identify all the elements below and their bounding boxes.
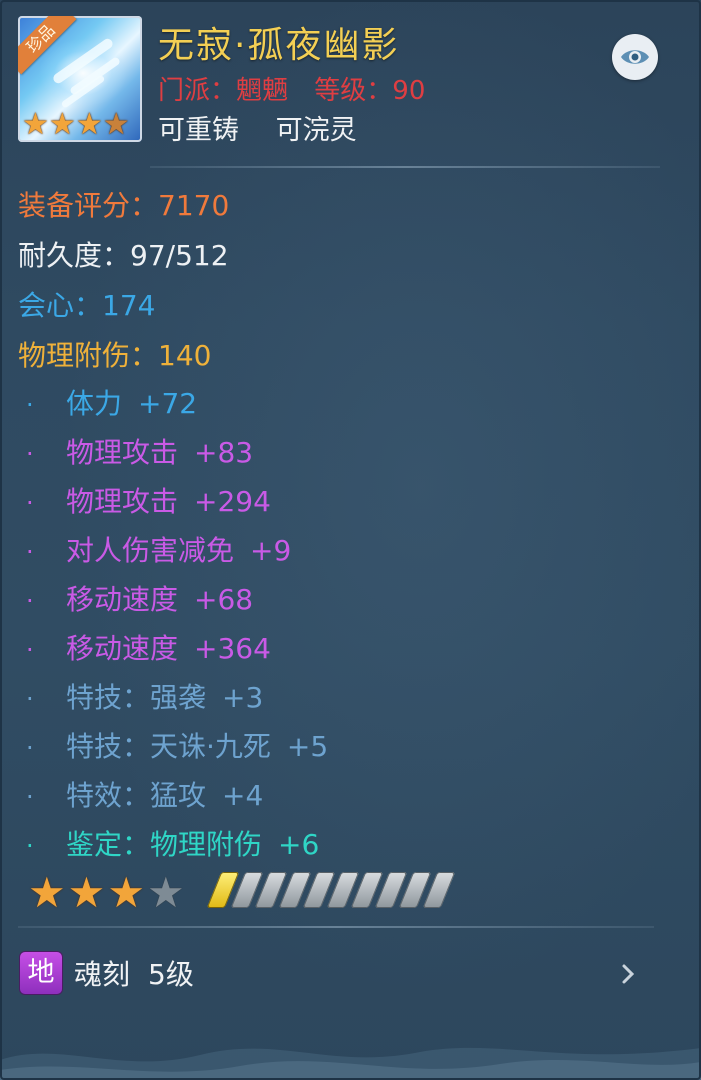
decorative-wave <box>0 1047 701 1080</box>
star-icon: ★ <box>75 107 103 142</box>
attribute-name: 移动速度 <box>66 583 179 616</box>
attribute-row: · 对人伤害减免 +9 <box>26 529 291 569</box>
attribute-row: · 特效：猛攻 +4 <box>26 774 263 814</box>
bullet-icon: · <box>26 832 34 860</box>
thumbnail-stars: ★ ★ ★ ★ <box>22 110 130 140</box>
attribute-row: · 物理攻击 +294 <box>26 480 271 520</box>
attribute-value: +83 <box>194 436 254 469</box>
soul-engrave-level: 5级 <box>148 958 194 991</box>
flag-reforgeable: 可重铸 <box>158 115 239 146</box>
attribute-row: · 鉴定：物理附伤 +6 <box>26 823 319 863</box>
item-title: 无寂·孤夜幽影 <box>158 25 400 66</box>
attribute-value: +72 <box>138 387 198 420</box>
physical-extra-damage: 物理附伤：140 <box>18 339 212 372</box>
attribute-name: 鉴定：物理附伤 <box>66 828 263 861</box>
soul-grade-badge: 地 <box>20 952 62 994</box>
attribute-name: 特技：天诛·九死 <box>66 730 271 763</box>
bullet-icon: · <box>26 685 34 713</box>
equipment-score: 装备评分：7170 <box>18 189 230 222</box>
attribute-value: +294 <box>194 485 271 518</box>
bullet-icon: · <box>26 636 34 664</box>
item-flags: 可重铸 可浣灵 <box>158 108 385 147</box>
eye-icon[interactable] <box>612 34 658 80</box>
attribute-value: +5 <box>286 730 329 763</box>
star-icon: ★ <box>67 868 106 917</box>
soul-engrave-row[interactable]: 地 魂刻 5级 <box>20 952 194 994</box>
chevron-right-icon[interactable] <box>614 960 642 988</box>
star-icon: ★ <box>107 868 145 917</box>
bullet-icon: · <box>26 538 34 566</box>
footer-divider <box>18 926 654 928</box>
bullet-icon: · <box>26 783 34 811</box>
thumbnail-glow <box>38 38 128 108</box>
bullet-icon: · <box>26 734 34 762</box>
requirement-level: 等级：90 <box>314 76 426 106</box>
star-icon: ★ <box>146 868 185 917</box>
attribute-row: · 特技：天诛·九死 +5 <box>26 725 328 765</box>
attribute-value: +3 <box>222 681 264 714</box>
attribute-value: +6 <box>278 828 320 861</box>
attribute-row: · 体力 +72 <box>26 382 197 422</box>
star-rating: ★ ★ ★ ★ <box>28 872 187 914</box>
attribute-name: 物理攻击 <box>66 436 179 469</box>
attribute-name: 移动速度 <box>66 632 179 665</box>
bullet-icon: · <box>26 587 34 615</box>
soul-engrave-label: 魂刻 <box>74 958 131 991</box>
header-divider <box>150 166 660 168</box>
attribute-row: · 特技：强袭 +3 <box>26 676 263 716</box>
star-icon: ★ <box>102 107 130 142</box>
attribute-row: · 移动速度 +364 <box>26 627 271 667</box>
durability: 耐久度：97/512 <box>18 239 229 272</box>
flag-refinable: 可浣灵 <box>275 115 357 146</box>
bullet-icon: · <box>26 391 34 419</box>
attribute-value: +364 <box>194 632 271 665</box>
item-requirements: 门派：魍魉 等级：90 <box>158 70 443 107</box>
attribute-name: 对人伤害减免 <box>66 534 235 567</box>
attribute-name: 物理攻击 <box>66 485 179 518</box>
attribute-row: · 物理攻击 +83 <box>26 431 253 471</box>
attribute-name: 特效：猛攻 <box>66 779 207 812</box>
grade-bars <box>206 872 456 908</box>
bullet-icon: · <box>26 489 34 517</box>
attribute-name: 体力 <box>66 387 123 420</box>
crit-stat: 会心：174 <box>18 289 156 322</box>
attribute-value: +9 <box>250 534 292 567</box>
attribute-name: 特技：强袭 <box>66 681 207 714</box>
star-icon: ★ <box>28 868 66 917</box>
attribute-value: +68 <box>194 583 254 616</box>
attribute-row: · 移动速度 +68 <box>26 578 253 618</box>
item-thumbnail[interactable]: 珍品 ★ ★ ★ ★ <box>18 16 142 142</box>
star-icon: ★ <box>22 107 49 142</box>
star-icon: ★ <box>48 107 76 142</box>
requirement-sect: 门派：魍魉 <box>158 76 289 106</box>
bullet-icon: · <box>26 440 34 468</box>
item-tooltip-panel: 珍品 ★ ★ ★ ★ 无寂·孤夜幽影 门派：魍魉 等级：90 可重铸 可浣灵 装备评分… <box>0 0 701 1080</box>
attribute-value: +4 <box>222 779 264 812</box>
